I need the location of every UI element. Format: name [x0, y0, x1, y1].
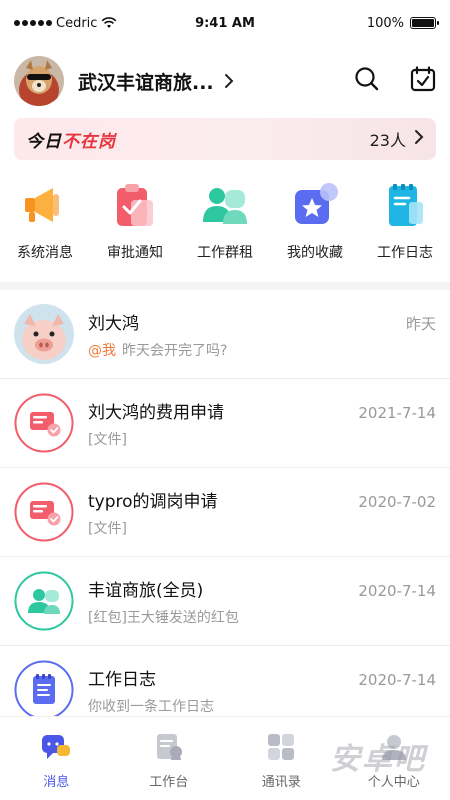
group-icon [14, 571, 74, 631]
status-left: Cedric [14, 16, 174, 31]
quick-label: 工作日志 [377, 245, 433, 261]
clipboard-check-icon [109, 180, 161, 232]
conversation-top: 丰谊商旅(全员) 2020-7-14 [88, 576, 436, 601]
section-divider [0, 282, 450, 290]
quick-actions: 系统消息 审批通知 工作群租 我的收藏 工作日志 [0, 180, 450, 272]
search-icon[interactable] [354, 66, 380, 96]
quick-work-log[interactable]: 工作日志 [360, 180, 450, 272]
battery-icon [410, 17, 439, 29]
tab-label: 消息 [43, 775, 70, 790]
conversation-top: 工作日志 2020-7-14 [88, 665, 436, 690]
approval-icon [14, 482, 74, 542]
absent-title: 今日不在岗 [26, 127, 116, 152]
absent-count: 23人 [369, 131, 406, 150]
conversation-preview: [红包]王大锤发送的红包 [88, 609, 239, 626]
tab-label: 通讯录 [261, 775, 301, 790]
group-icon [199, 180, 251, 232]
conversation-time: 2020-7-14 [358, 670, 436, 689]
tab-messages[interactable]: 消息 [0, 717, 113, 800]
tab-bar: 消息 工作台 通讯录 个人中心 安卓吧 [0, 716, 450, 800]
notebook-icon [14, 660, 74, 720]
conversation-time: 2020-7-14 [358, 581, 436, 600]
conversation-top: 刘大鸿的费用申请 2021-7-14 [88, 398, 436, 423]
signal-icon [14, 20, 52, 26]
quick-label: 系统消息 [17, 245, 73, 261]
conversation-body: typro的调岗申请 2020-7-02 [文件] [88, 487, 436, 538]
quick-label: 工作群租 [197, 245, 253, 261]
conversation-preview: [文件] [88, 431, 127, 448]
header: 武汉丰谊商旅... [14, 54, 436, 108]
conversation-top: 刘大鸿 昨天 [88, 309, 436, 334]
absent-title-prefix: 今日 [26, 131, 62, 152]
conversation-body: 丰谊商旅(全员) 2020-7-14 [红包]王大锤发送的红包 [88, 576, 436, 627]
quick-label: 我的收藏 [287, 245, 343, 261]
mention-tag: @我 [88, 342, 116, 359]
org-name[interactable]: 武汉丰谊商旅... [78, 68, 214, 95]
absent-title-highlight: 不在岗 [62, 131, 116, 152]
pig-avatar [14, 304, 74, 364]
status-time: 9:41 AM [195, 15, 255, 31]
quick-approval-notice[interactable]: 审批通知 [90, 180, 180, 272]
tab-label: 工作台 [149, 775, 189, 790]
conversation-item[interactable]: 丰谊商旅(全员) 2020-7-14 [红包]王大锤发送的红包 [0, 557, 450, 646]
tab-contacts[interactable]: 通讯录 [225, 717, 338, 800]
conversation-body: 刘大鸿 昨天 @我 昨天会开完了吗? [88, 309, 436, 360]
conversation-item[interactable]: 刘大鸿 昨天 @我 昨天会开完了吗? [0, 290, 450, 379]
conversation-time: 2020-7-02 [358, 492, 436, 511]
quick-work-group[interactable]: 工作群租 [180, 180, 270, 272]
contacts-icon [266, 733, 296, 765]
approval-icon [14, 393, 74, 453]
carrier-name: Cedric [56, 15, 98, 31]
wifi-icon [102, 17, 117, 28]
status-right: 100% [276, 15, 439, 31]
conversation-body: 刘大鸿的费用申请 2021-7-14 [文件] [88, 398, 436, 449]
conversation-name: typro的调岗申请 [88, 491, 218, 512]
quick-label: 审批通知 [107, 245, 163, 261]
watermark: 安卓吧 [330, 742, 426, 777]
conversation-name: 工作日志 [88, 669, 156, 690]
star-box-icon [289, 180, 341, 232]
absent-banner[interactable]: 今日不在岗 23人 [14, 118, 436, 160]
quick-favorites[interactable]: 我的收藏 [270, 180, 360, 272]
calendar-check-icon[interactable] [410, 66, 436, 96]
conversation-name: 刘大鸿 [88, 313, 139, 334]
chevron-right-icon[interactable] [224, 73, 234, 89]
battery-percent: 100% [366, 15, 404, 31]
conversation-top: typro的调岗申请 2020-7-02 [88, 487, 436, 512]
conversation-time: 昨天 [405, 314, 436, 333]
org-avatar[interactable] [14, 56, 64, 106]
conversation-time: 2021-7-14 [358, 403, 436, 422]
conversation-preview: 你收到一条工作日志 [88, 698, 214, 715]
quick-system-messages[interactable]: 系统消息 [0, 180, 90, 272]
chevron-right-icon [414, 129, 424, 149]
conversation-list: 刘大鸿 昨天 @我 昨天会开完了吗? 刘大鸿的费用申请 2021-7-14 [文件… [0, 290, 450, 735]
conversation-body: 工作日志 2020-7-14 你收到一条工作日志 [88, 665, 436, 716]
conversation-name: 丰谊商旅(全员) [88, 580, 204, 601]
status-bar: Cedric 9:41 AM 100% [0, 0, 450, 46]
workbench-icon [154, 733, 184, 765]
header-actions [354, 66, 436, 96]
conversation-preview: [文件] [88, 520, 127, 537]
notebook-icon [379, 180, 431, 232]
megaphone-icon [19, 180, 71, 232]
conversation-item[interactable]: 刘大鸿的费用申请 2021-7-14 [文件] [0, 379, 450, 468]
conversation-preview: @我 昨天会开完了吗? [88, 340, 436, 360]
tab-workbench[interactable]: 工作台 [113, 717, 226, 800]
conversation-name: 刘大鸿的费用申请 [88, 402, 224, 423]
conversation-item[interactable]: typro的调岗申请 2020-7-02 [文件] [0, 468, 450, 557]
chat-icon [41, 733, 71, 765]
preview-text: 昨天会开完了吗? [122, 342, 228, 359]
